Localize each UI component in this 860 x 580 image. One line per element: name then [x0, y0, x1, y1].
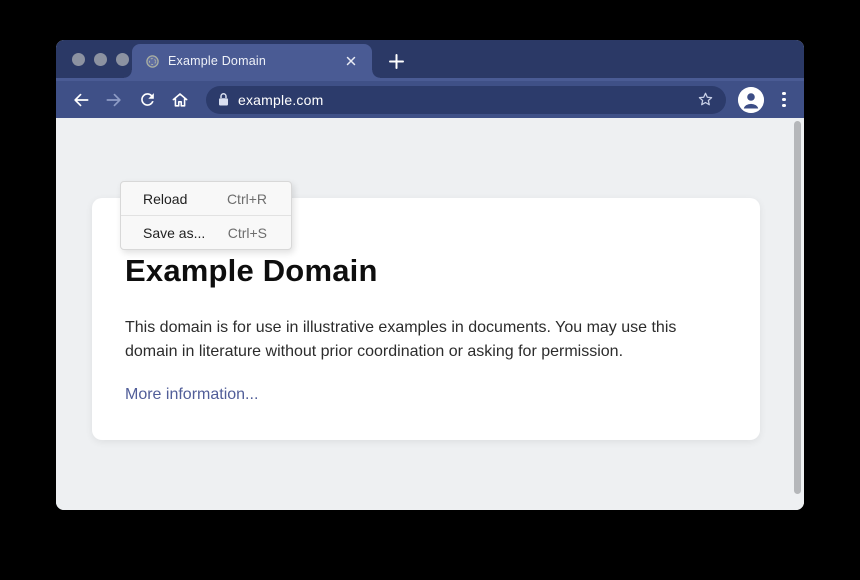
- menu-item-reload[interactable]: Reload Ctrl+R: [121, 182, 291, 215]
- forward-button[interactable]: [101, 87, 127, 113]
- home-icon: [170, 90, 190, 110]
- browser-window: Example Domain: [56, 40, 804, 510]
- reload-button[interactable]: [134, 87, 160, 113]
- page-paragraph: This domain is for use in illustrative e…: [125, 316, 724, 364]
- menu-item-save-as[interactable]: Save as... Ctrl+S: [121, 216, 291, 249]
- menu-item-label: Reload: [143, 191, 187, 207]
- traffic-lights: [72, 40, 129, 78]
- back-button[interactable]: [68, 87, 94, 113]
- globe-favicon-icon: [146, 55, 159, 68]
- toolbar: example.com: [56, 78, 804, 118]
- context-menu: Reload Ctrl+R Save as... Ctrl+S: [120, 181, 292, 250]
- close-icon: [346, 56, 356, 66]
- profile-button[interactable]: [738, 87, 764, 113]
- forward-arrow-icon: [104, 90, 124, 110]
- menu-item-shortcut: Ctrl+R: [227, 191, 267, 207]
- browser-tab[interactable]: Example Domain: [132, 44, 372, 78]
- window-zoom-button[interactable]: [116, 53, 129, 66]
- titlebar: Example Domain: [56, 40, 804, 78]
- new-tab-button[interactable]: [382, 47, 410, 75]
- avatar-icon: [738, 87, 764, 113]
- window-close-button[interactable]: [72, 53, 85, 66]
- address-bar[interactable]: example.com: [206, 86, 726, 114]
- lock-icon: [217, 92, 230, 107]
- back-arrow-icon: [71, 90, 91, 110]
- reload-icon: [138, 90, 157, 109]
- more-information-link[interactable]: More information...: [125, 386, 258, 404]
- page-title: Example Domain: [125, 253, 724, 289]
- browser-menu-button[interactable]: [776, 87, 792, 113]
- window-minimize-button[interactable]: [94, 53, 107, 66]
- home-button[interactable]: [167, 87, 193, 113]
- vertical-scrollbar[interactable]: [794, 121, 801, 494]
- menu-item-shortcut: Ctrl+S: [228, 225, 267, 241]
- menu-item-label: Save as...: [143, 225, 205, 241]
- url-text[interactable]: example.com: [238, 92, 693, 108]
- tab-close-button[interactable]: [342, 52, 360, 70]
- plus-icon: [389, 54, 404, 69]
- kebab-menu-icon: [782, 92, 786, 96]
- star-icon: [696, 90, 715, 109]
- tab-title: Example Domain: [168, 54, 342, 68]
- page-content: Example Domain This domain is for use in…: [56, 118, 804, 510]
- bookmark-button[interactable]: [693, 88, 717, 112]
